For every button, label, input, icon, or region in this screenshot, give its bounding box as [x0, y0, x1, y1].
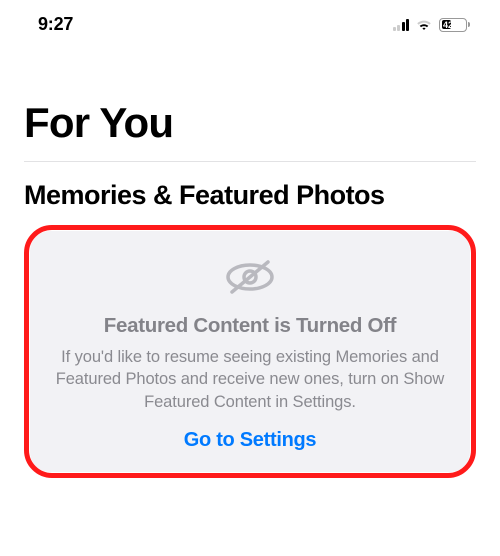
battery-icon: 42 [439, 18, 470, 32]
divider [24, 161, 476, 162]
status-icons: 42 [393, 18, 471, 32]
status-bar: 9:27 42 [0, 0, 500, 43]
go-to-settings-link[interactable]: Go to Settings [52, 429, 448, 452]
eye-off-icon [224, 259, 276, 300]
callout-title: Featured Content is Turned Off [52, 314, 448, 338]
battery-percentage: 42 [443, 20, 453, 30]
page-title: For You [24, 99, 476, 147]
cellular-signal-icon [393, 19, 410, 31]
status-time: 9:27 [38, 14, 73, 35]
annotation-highlight: Featured Content is Turned Off If you'd … [24, 225, 476, 478]
wifi-icon [415, 18, 433, 32]
callout-message: If you'd like to resume seeing existing … [52, 346, 448, 413]
section-title: Memories & Featured Photos [24, 180, 476, 211]
featured-content-off-card: Featured Content is Turned Off If you'd … [30, 231, 470, 472]
